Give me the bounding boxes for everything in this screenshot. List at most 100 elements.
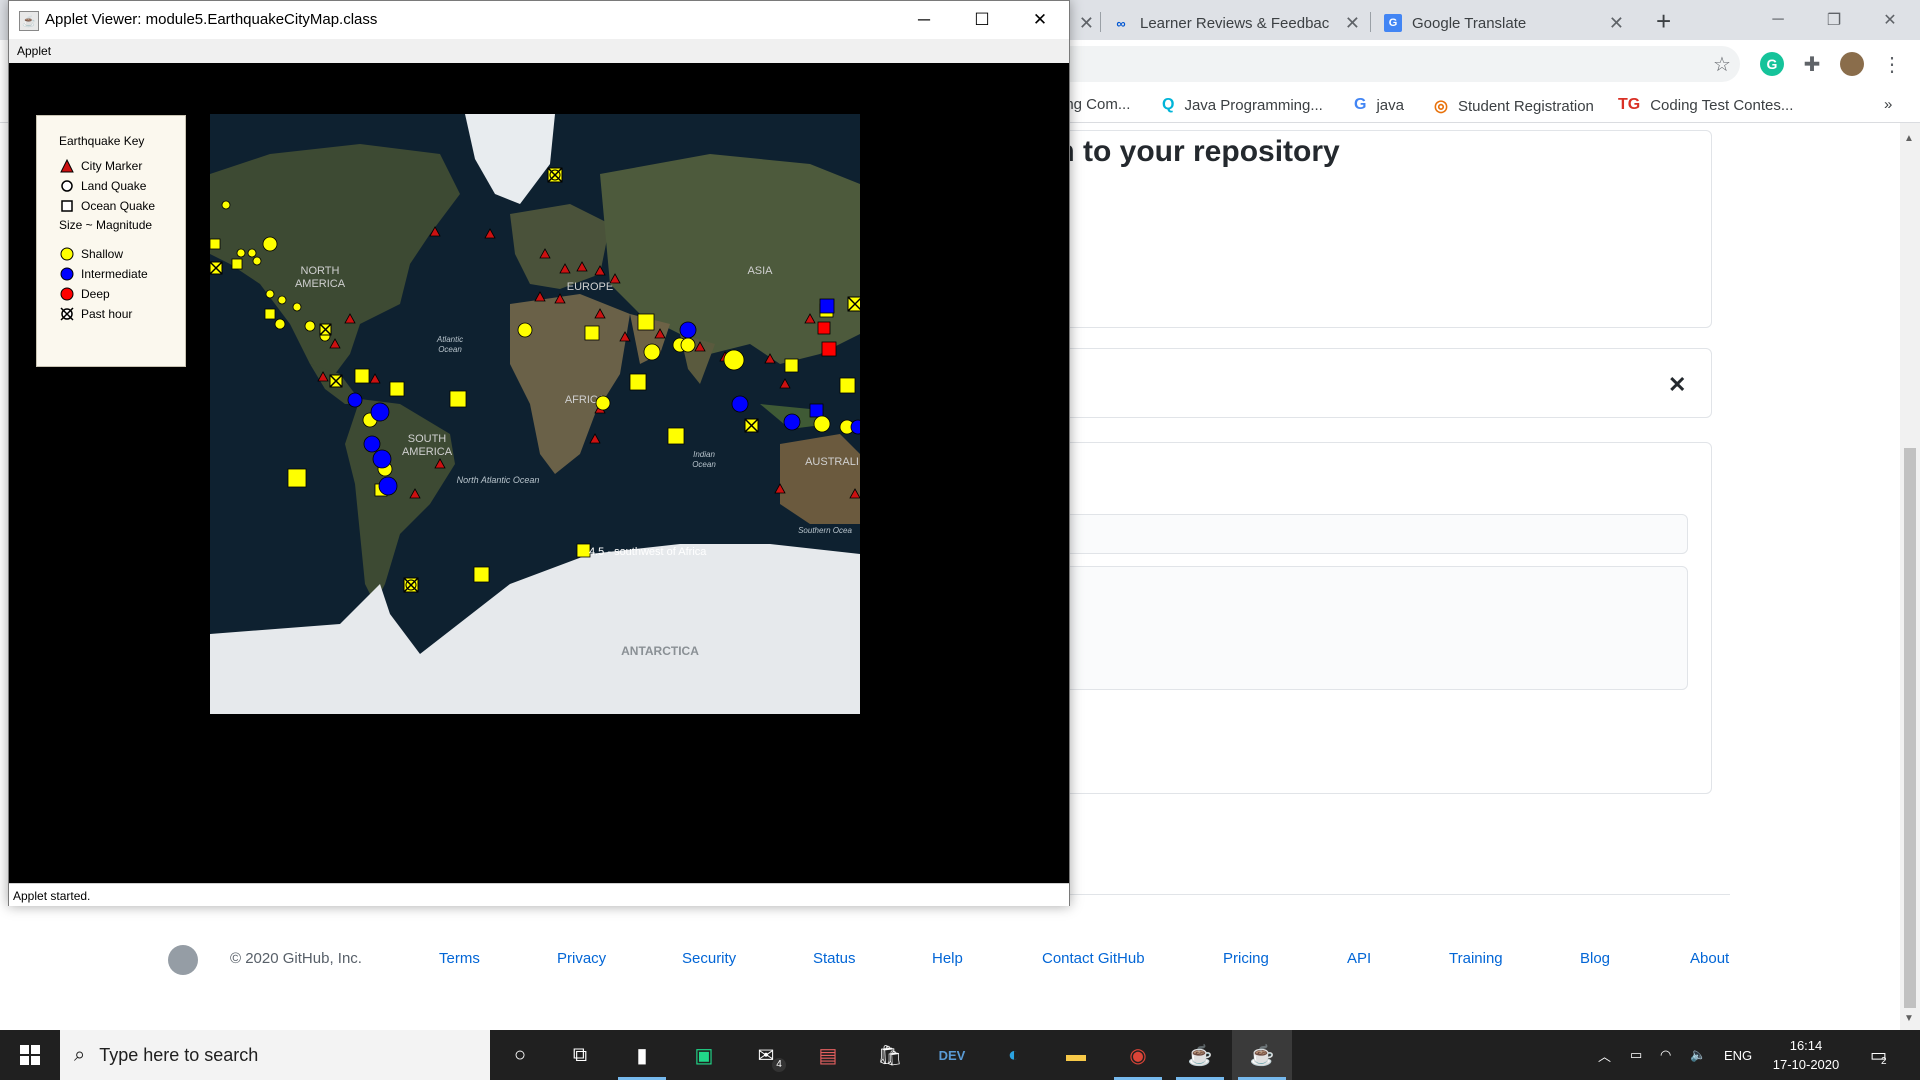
java-applet-icon[interactable]: ☕ xyxy=(1232,1030,1292,1080)
land-quake-marker[interactable] xyxy=(517,322,533,338)
land-quake-marker[interactable] xyxy=(731,395,749,413)
applet-menu[interactable]: Applet xyxy=(17,44,51,58)
ocean-quake-marker[interactable] xyxy=(287,468,307,488)
ocean-quake-marker[interactable] xyxy=(584,325,600,341)
ocean-quake-marker[interactable] xyxy=(667,427,685,445)
mail-icon[interactable]: ✉ 4 xyxy=(736,1030,796,1080)
ocean-quake-marker[interactable] xyxy=(817,321,831,335)
past-hour-marker[interactable] xyxy=(547,167,563,183)
land-quake-marker[interactable] xyxy=(236,248,246,258)
footer-link-about[interactable]: About xyxy=(1690,950,1729,967)
footer-link-contact[interactable]: Contact GitHub xyxy=(1042,950,1145,967)
close-icon[interactable]: ✕ xyxy=(1668,372,1686,398)
ocean-quake-marker[interactable] xyxy=(821,341,837,357)
bookmark-star-icon[interactable]: ☆ xyxy=(1710,52,1734,76)
start-button[interactable] xyxy=(0,1030,60,1080)
edge-icon[interactable]: ◐ xyxy=(984,1030,1044,1080)
wifi-icon[interactable]: ◠ xyxy=(1660,1030,1671,1080)
land-quake-marker[interactable] xyxy=(274,318,286,330)
app-launcher-icon[interactable]: ▤ xyxy=(798,1030,858,1080)
scroll-down-icon[interactable]: ▼ xyxy=(1904,1013,1914,1024)
ocean-quake-marker[interactable] xyxy=(354,368,370,384)
close-icon[interactable]: ✕ xyxy=(1011,1,1069,39)
restore-icon[interactable]: ❐ xyxy=(1806,0,1862,40)
ocean-quake-marker[interactable] xyxy=(473,566,490,583)
commit-summary-input[interactable] xyxy=(1040,514,1688,554)
land-quake-marker[interactable] xyxy=(221,200,231,210)
land-quake-marker[interactable] xyxy=(378,476,398,496)
file-explorer-icon[interactable]: ▬ xyxy=(1046,1030,1106,1080)
past-hour-marker[interactable] xyxy=(744,418,759,433)
land-quake-marker[interactable] xyxy=(277,295,287,305)
maximize-icon[interactable]: ☐ xyxy=(953,1,1011,39)
past-hour-marker[interactable] xyxy=(403,577,419,593)
land-quake-marker[interactable] xyxy=(262,236,278,252)
taskbar-search-box[interactable]: ⌕ Type here to search xyxy=(60,1030,490,1080)
ocean-quake-marker[interactable] xyxy=(839,377,856,394)
footer-link-status[interactable]: Status xyxy=(813,950,856,967)
land-quake-marker[interactable] xyxy=(292,302,302,312)
scroll-up-icon[interactable]: ▲ xyxy=(1904,133,1914,144)
grammarly-icon[interactable]: G xyxy=(1760,52,1784,76)
ocean-quake-marker[interactable] xyxy=(629,373,647,391)
taskbar-clock[interactable]: 16:14 17-10-2020 xyxy=(1766,1036,1846,1074)
applet-titlebar[interactable]: ☕ Applet Viewer: module5.EarthquakeCityM… xyxy=(9,1,1069,39)
close-icon[interactable]: ✕ xyxy=(1079,13,1094,34)
bookmark-coding-test[interactable]: TG Coding Test Contes... xyxy=(1618,96,1793,114)
new-tab-button[interactable]: + xyxy=(1656,6,1671,37)
commit-description-textarea[interactable] xyxy=(1040,566,1688,690)
bookmarks-overflow-button[interactable]: » xyxy=(1884,96,1892,113)
menu-kebab-icon[interactable]: ⋮ xyxy=(1880,52,1904,76)
volume-icon[interactable]: 🔈 xyxy=(1690,1030,1706,1080)
past-hour-marker[interactable] xyxy=(210,261,223,275)
past-hour-marker[interactable] xyxy=(329,374,343,388)
ocean-quake-marker[interactable] xyxy=(210,238,221,250)
land-quake-marker[interactable] xyxy=(370,402,390,422)
page-scrollbar[interactable]: ▲ ▼ xyxy=(1900,123,1920,1030)
cortana-icon[interactable]: ○ xyxy=(490,1030,550,1080)
devcpp-icon[interactable]: DEV xyxy=(922,1030,982,1080)
tab-learner-reviews[interactable]: ∞ Learner Reviews & Feedback ✕ xyxy=(1112,6,1362,40)
notepad-icon[interactable]: ▮ xyxy=(612,1030,672,1080)
tab-close-partial[interactable]: ✕ xyxy=(1074,6,1098,40)
land-quake-marker[interactable] xyxy=(679,321,697,339)
minimize-icon[interactable]: ─ xyxy=(1750,0,1806,40)
close-window-icon[interactable]: ✕ xyxy=(1862,0,1918,40)
land-quake-marker[interactable] xyxy=(252,256,262,266)
land-quake-marker[interactable] xyxy=(723,349,745,371)
footer-link-api[interactable]: API xyxy=(1347,950,1371,967)
bookmark-java[interactable]: G java xyxy=(1354,96,1404,114)
land-quake-marker[interactable] xyxy=(643,343,661,361)
chrome-icon[interactable]: ◉ xyxy=(1108,1030,1168,1080)
land-quake-marker[interactable] xyxy=(783,413,801,431)
close-icon[interactable]: ✕ xyxy=(1609,13,1624,34)
ocean-quake-marker[interactable] xyxy=(784,358,799,373)
ocean-quake-marker[interactable] xyxy=(809,403,824,418)
github-logo-icon[interactable] xyxy=(168,945,198,975)
store-icon[interactable]: 🛍 xyxy=(860,1030,920,1080)
ocean-quake-marker[interactable] xyxy=(389,381,405,397)
land-quake-marker[interactable] xyxy=(680,337,696,353)
bookmark-student-registration[interactable]: ◎ Student Registration xyxy=(1434,96,1594,116)
profile-avatar[interactable] xyxy=(1840,52,1864,76)
past-hour-marker[interactable] xyxy=(847,296,860,312)
footer-link-blog[interactable]: Blog xyxy=(1580,950,1610,967)
bookmark-java-programming[interactable]: Q Java Programming... xyxy=(1162,96,1323,114)
battery-icon[interactable]: ▭ xyxy=(1630,1030,1642,1080)
notification-center-icon[interactable]: ▭ 2 xyxy=(1870,1030,1887,1080)
tray-overflow-icon[interactable]: ︿ xyxy=(1598,1030,1611,1080)
minimize-icon[interactable]: ─ xyxy=(895,1,953,39)
land-quake-marker[interactable] xyxy=(247,248,257,258)
bookmark-coding[interactable]: ing Com... xyxy=(1062,96,1130,113)
extensions-icon[interactable]: ✚ xyxy=(1800,52,1824,76)
applet-canvas[interactable]: Earthquake Key City Marker Land Quake Oc… xyxy=(9,63,1069,883)
pycharm-icon[interactable]: ▣ xyxy=(674,1030,734,1080)
land-quake-marker[interactable] xyxy=(363,435,381,453)
land-quake-marker[interactable] xyxy=(304,320,316,332)
address-bar[interactable] xyxy=(1040,46,1740,82)
language-indicator[interactable]: ENG xyxy=(1724,1030,1752,1080)
footer-link-privacy[interactable]: Privacy xyxy=(557,950,606,967)
land-quake-marker[interactable] xyxy=(265,289,275,299)
task-view-icon[interactable]: ⧉ xyxy=(550,1030,610,1080)
footer-link-pricing[interactable]: Pricing xyxy=(1223,950,1269,967)
